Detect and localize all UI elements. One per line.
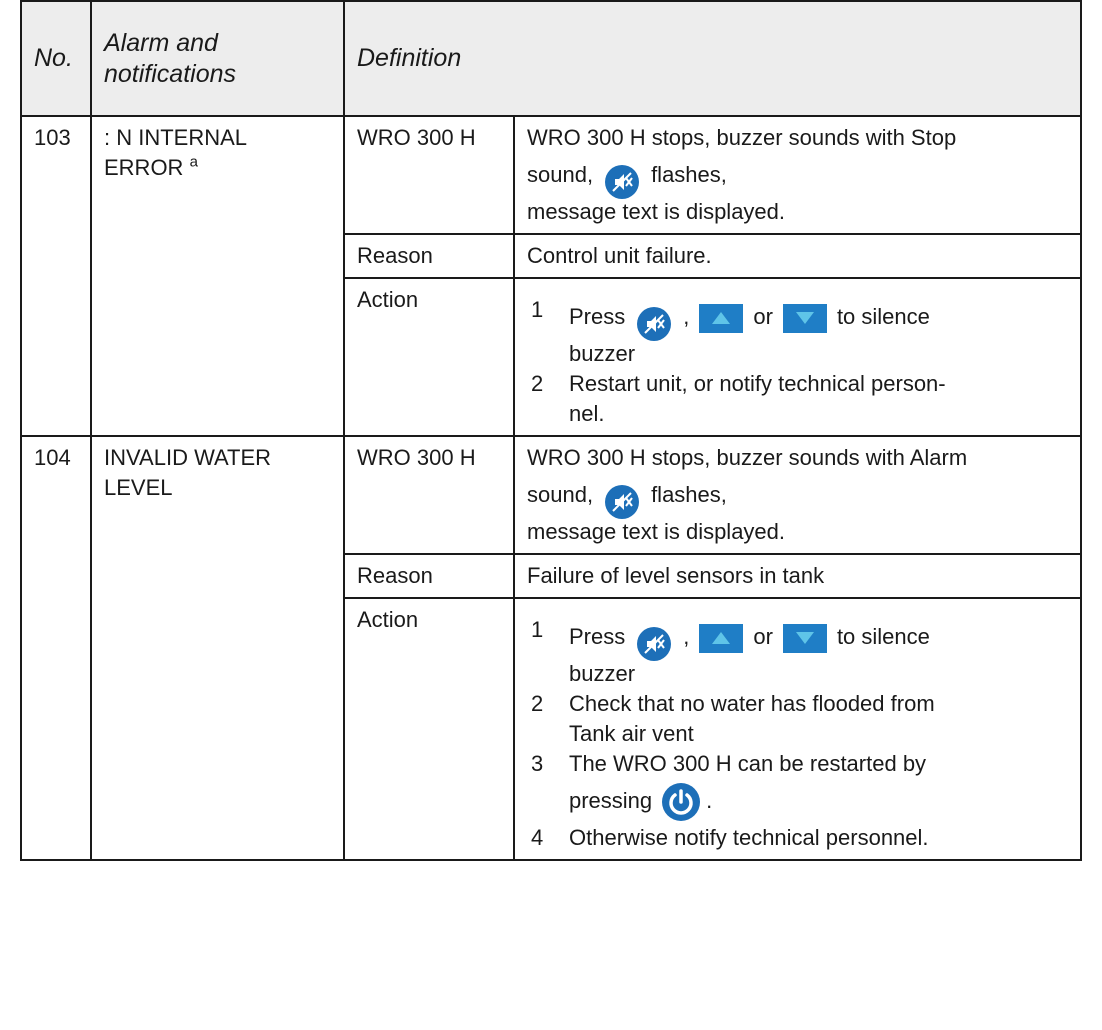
header-alarm: Alarm and notifications: [90, 0, 345, 117]
mute-buzzer-icon: [637, 307, 672, 342]
list-item: 3 The WRO 300 H can be restarted by pres…: [527, 749, 1068, 823]
header-definition: Definition: [343, 0, 1082, 117]
action-label: Action: [343, 277, 515, 437]
alarm-number: 103: [20, 115, 92, 437]
effect-text: WRO 300 H stops, buzzer sounds with Alar…: [513, 435, 1082, 555]
header-no: No.: [20, 0, 92, 117]
list-item: 1 Press, or to silence buzzer: [531, 617, 930, 686]
list-item: 1 Press, or to silence buzzer: [531, 297, 930, 366]
reason-label: Reason: [343, 553, 515, 599]
up-arrow-button-icon: [699, 303, 744, 333]
header-row: No. Alarm and notifications Definition: [20, 0, 1082, 117]
alarm-name: INVALID WATER LEVEL: [90, 435, 345, 861]
action-steps: 1 Press, or to silence buzzer 2 Check that…: [513, 597, 1082, 861]
action-label: Action: [343, 597, 515, 861]
list-item: 2 Check that no water has flooded from T…: [531, 691, 935, 746]
power-button-icon: [662, 783, 701, 822]
list-item: 4 Otherwise notify technical personnel.: [531, 825, 929, 850]
reason-label: Reason: [343, 233, 515, 279]
alarm-name: : N INTERNAL ERROR a: [90, 115, 345, 437]
alarm-number: 104: [20, 435, 92, 861]
mute-buzzer-icon: [605, 165, 640, 200]
alarm-table: No. Alarm and notifications Definition 1…: [20, 0, 1082, 861]
reason-text: Failure of level sensors in tank: [513, 553, 1082, 599]
table-row: 103 : N INTERNAL ERROR a WRO 300 H WRO 3…: [20, 115, 1082, 437]
effect-text: WRO 300 H stops, buzzer sounds with Stop…: [513, 115, 1082, 235]
effect-label: WRO 300 H: [343, 435, 515, 555]
action-steps: 1 Press, or to silence buzzer 2 Restart un…: [513, 277, 1082, 437]
down-arrow-button-icon: [782, 303, 827, 333]
mute-buzzer-icon: [637, 627, 672, 662]
mute-buzzer-icon: [605, 485, 640, 520]
table-row: 104 INVALID WATER LEVEL WRO 300 H WRO 30…: [20, 435, 1082, 861]
effect-label: WRO 300 H: [343, 115, 515, 235]
footnote-marker: a: [189, 153, 198, 171]
reason-text: Control unit failure.: [513, 233, 1082, 279]
list-item: 2 Restart unit, or notify technical pers…: [531, 371, 946, 426]
down-arrow-button-icon: [782, 623, 827, 653]
up-arrow-button-icon: [699, 623, 744, 653]
